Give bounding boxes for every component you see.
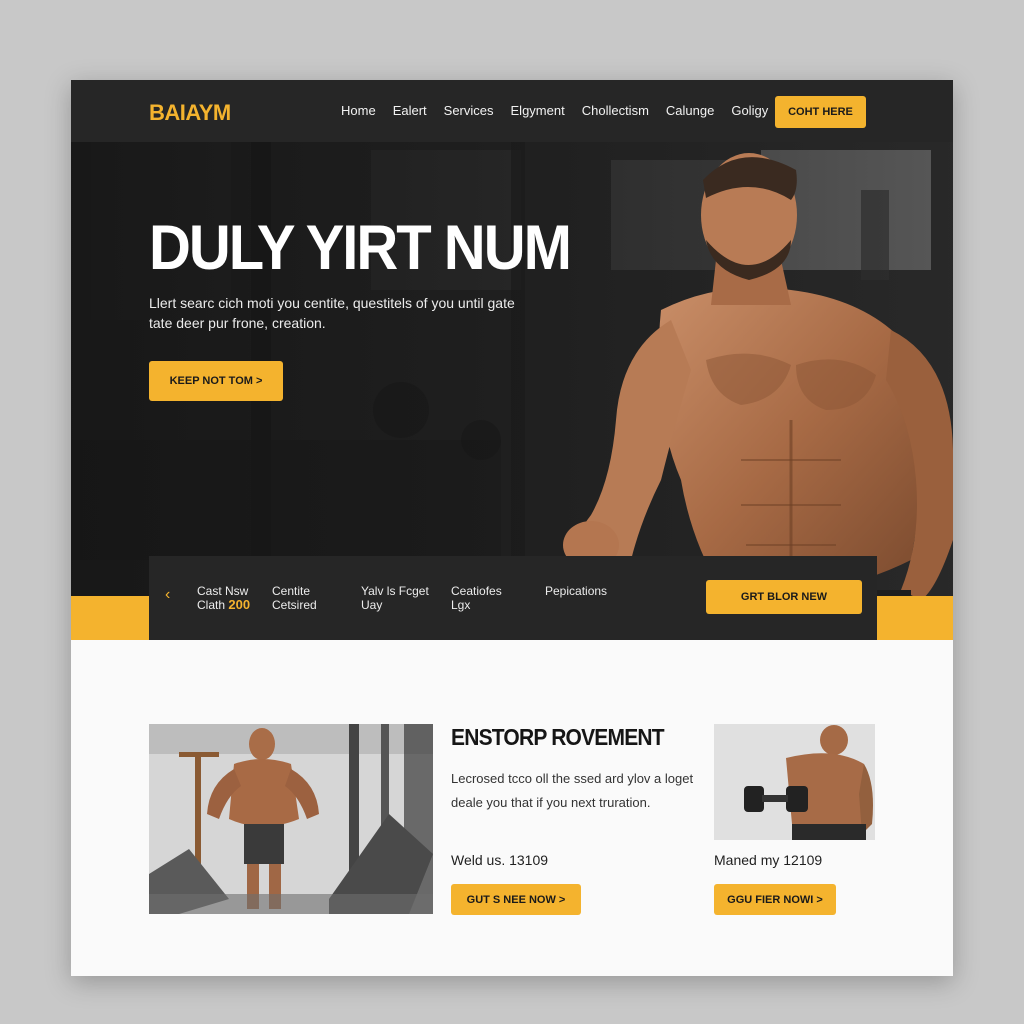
strip-cta-button[interactable]: GRT BLOR NEW [706,580,862,614]
athlete-lifting-image [149,724,433,914]
workout-photo-left [149,724,433,914]
strip-item-accent: 200 [228,597,251,612]
strip-item-line1: Pepications [545,584,608,598]
left-cta-button[interactable]: GUT S NEE NOW > [451,884,581,915]
strip-item-line1: Centite [272,584,311,598]
nav-item-ealert[interactable]: Ealert [393,103,427,118]
strip-item-1[interactable]: Cast Nsw Clath 200 [197,584,250,612]
section-title: ENSTORP ROVEMENT [451,725,665,751]
nav-item-services[interactable]: Services [444,103,494,118]
workout-photo-right [714,724,875,840]
brand-logo[interactable]: BAIAYM [149,100,231,126]
nav-item-goligy[interactable]: Goligy [731,103,768,118]
strip-item-3[interactable]: Yalv ls Fcget Uay [361,584,429,612]
section-description: Lecrosed tcco oll the ssed ard ylov a lo… [451,771,694,810]
nav-item-elgyment[interactable]: Elgyment [511,103,565,118]
nav-item-chollectism[interactable]: Chollectism [582,103,649,118]
strip-item-line2: Clath [197,598,226,612]
hero-description: Llert searc cich moti you centite, quest… [149,295,515,331]
strip-item-line1: Cast Nsw [197,584,249,598]
athlete-dumbbell-image [714,724,875,840]
strip-item-4[interactable]: Ceatiofes Lgx [451,584,502,612]
nav-item-home[interactable]: Home [341,103,376,118]
price-left: Weld us. 13109 [451,852,549,868]
strip-item-2[interactable]: Centite Cetsired [272,584,317,612]
price-right: Maned my 12109 [714,852,823,868]
strip-item-line1: Yalv ls Fcget [361,584,429,598]
top-navigation-bar: BAIAYM Home Ealert Services Elgyment Cho… [71,80,953,142]
main-nav: Home Ealert Services Elgyment Chollectis… [341,103,768,118]
feature-strip: ‹ Cast Nsw Clath 200 Centite Cetsired Ya… [149,556,877,640]
nav-item-calunge[interactable]: Calunge [666,103,714,118]
contact-button[interactable]: COHT HERE [775,96,866,128]
strip-item-line1: Ceatiofes [451,584,502,598]
chevron-left-icon[interactable]: ‹ [165,586,170,604]
right-cta-button[interactable]: GGU FIER NOWI > [714,884,836,915]
hero-title: DULY YIRT NUM [149,213,572,284]
page-frame: BAIAYM Home Ealert Services Elgyment Cho… [71,80,953,976]
strip-item-line2: Uay [361,598,383,612]
strip-item-line2: Cetsired [272,598,317,612]
strip-item-line2: Lgx [451,598,471,612]
strip-item-5[interactable]: Pepications [545,584,607,598]
hero-cta-button[interactable]: KEEP NOT TOM > [149,361,283,401]
